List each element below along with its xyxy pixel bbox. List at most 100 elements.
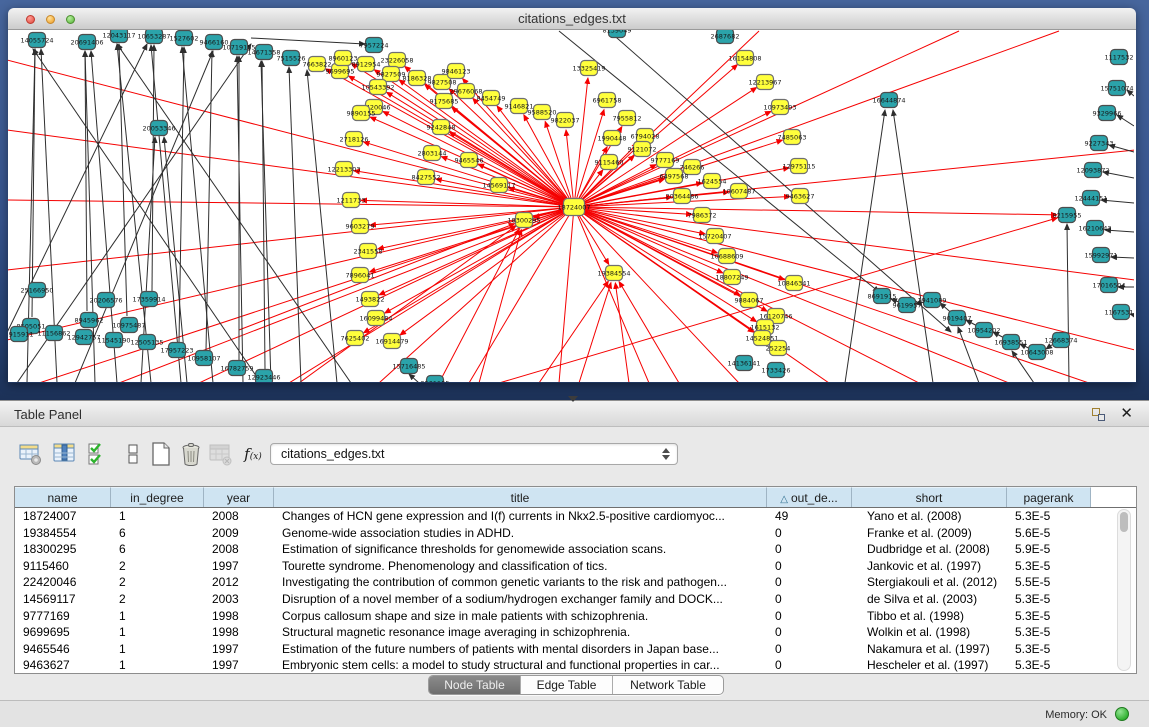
table-select-combobox[interactable]: citations_edges.txt — [270, 443, 678, 465]
graph-node[interactable]: 12975115 — [782, 159, 815, 174]
graph-node[interactable]: 15720407 — [698, 229, 731, 244]
graph-node[interactable]: 15751074 — [1100, 81, 1133, 96]
graph-node[interactable]: 20053346 — [142, 121, 175, 136]
graph-node[interactable]: 12668374 — [1044, 333, 1077, 348]
table-row[interactable]: 1830029562008Estimation of significance … — [15, 541, 1136, 558]
graph-node[interactable]: 7515526 — [277, 51, 306, 66]
graph-node[interactable]: 9227343 — [1085, 136, 1114, 151]
column-header-year[interactable]: year — [204, 487, 274, 507]
graph-node[interactable]: 13325419 — [572, 61, 605, 76]
graph-node[interactable]: 16938551 — [994, 335, 1027, 350]
graph-node[interactable]: 252254 — [766, 341, 791, 356]
column-header-in_degree[interactable]: in_degree — [111, 487, 204, 507]
table-row[interactable]: 1456911722003Disruption of a novel membe… — [15, 591, 1136, 608]
show-column-icon[interactable] — [50, 439, 80, 469]
graph-node[interactable]: 15716485 — [392, 359, 425, 374]
table-row[interactable]: 2242004622012Investigating the contribut… — [15, 574, 1136, 591]
graph-node[interactable]: 8139049 — [603, 30, 632, 38]
graph-node[interactable]: 9019407 — [943, 311, 972, 326]
tab-network-table[interactable]: Network Table — [613, 676, 723, 694]
table-row[interactable]: 969969511998Structural magnetic resonanc… — [15, 624, 1136, 641]
tab-node-table[interactable]: Node Table — [429, 676, 521, 694]
graph-node[interactable]: 1527602 — [170, 31, 199, 46]
graph-node[interactable]: 15992971 — [1084, 248, 1117, 263]
graph-node[interactable]: 6961758 — [593, 93, 622, 108]
graph-node[interactable]: 23226058 — [380, 53, 413, 68]
graph-node[interactable]: 1733426 — [762, 363, 791, 378]
graph-node[interactable]: 9329966 — [1093, 106, 1122, 121]
column-header-out_de[interactable]: △out_de... — [767, 487, 852, 507]
graph-node[interactable]: 2687682 — [711, 30, 740, 44]
splitter-grip-icon[interactable] — [568, 396, 578, 402]
graph-node[interactable]: 16154808 — [728, 51, 761, 66]
graph-node[interactable]: 9175685 — [430, 94, 459, 109]
graph-node[interactable]: 11545190 — [97, 333, 130, 348]
close-panel-icon[interactable]: ✕ — [1120, 404, 1133, 422]
graph-node[interactable]: 16914479 — [375, 334, 408, 349]
graph-node[interactable]: 10607487 — [722, 184, 755, 199]
delete-icon[interactable] — [176, 439, 206, 469]
column-header-title[interactable]: title — [274, 487, 767, 507]
network-canvas[interactable]: 7663822969969589601238912954232260589827… — [8, 30, 1134, 382]
graph-node[interactable]: 10688609 — [710, 249, 743, 264]
rows-icon[interactable] — [118, 439, 148, 469]
table-settings-icon[interactable] — [16, 439, 46, 469]
function-builder-icon[interactable]: f(x) — [238, 439, 268, 469]
graph-node[interactable]: 9501155 — [421, 376, 450, 383]
graph-node[interactable]: 17016504 — [1092, 278, 1125, 293]
graph-node[interactable]: 12043117 — [102, 30, 135, 43]
graph-node[interactable]: 10975487 — [112, 318, 145, 333]
scrollbar-thumb[interactable] — [1120, 512, 1128, 532]
graph-node[interactable]: 12444151 — [1074, 191, 1107, 206]
delete-table-disabled-icon[interactable] — [206, 439, 236, 469]
graph-node[interactable]: 16099484 — [359, 311, 392, 326]
graph-node[interactable]: 7955812 — [613, 111, 642, 126]
graph-node[interactable]: 1493822 — [356, 292, 385, 307]
graph-node[interactable]: 11675313 — [1104, 305, 1134, 320]
graph-node[interactable]: 12505135 — [130, 335, 163, 350]
network-view[interactable]: 7663822969969589601238912954232260589827… — [8, 30, 1136, 382]
graph-node[interactable]: 2803144 — [418, 146, 447, 161]
column-header-name[interactable]: name — [15, 487, 111, 507]
graph-node[interactable]: 20206576 — [89, 293, 122, 308]
table-row[interactable]: 946554611997Estimation of the future num… — [15, 641, 1136, 658]
graph-node[interactable]: 7625402 — [341, 331, 370, 346]
table-row[interactable]: 977716911998Corpus callosum shape and si… — [15, 608, 1136, 625]
new-document-icon[interactable] — [146, 439, 176, 469]
graph-node[interactable]: 14055724 — [20, 33, 53, 48]
graph-node[interactable]: 9121072 — [628, 142, 657, 157]
graph-node[interactable]: 2341558 — [354, 244, 383, 259]
graph-node[interactable]: 20691406 — [70, 35, 103, 50]
column-header-short[interactable]: short — [852, 487, 1007, 507]
row-check-icon[interactable] — [84, 439, 114, 469]
graph-node[interactable]: 1211733 — [337, 193, 366, 208]
graph-node[interactable]: 16644874 — [872, 93, 905, 108]
table-row[interactable]: 911546021997Tourette syndrome. Phenomeno… — [15, 558, 1136, 575]
graph-node[interactable]: 2718126 — [340, 132, 369, 147]
graph-node[interactable]: 7986372 — [688, 208, 717, 223]
graph-node[interactable]: 1117532 — [1105, 50, 1134, 65]
memory-ok-indicator[interactable] — [1115, 707, 1129, 721]
vertical-scrollbar[interactable] — [1117, 509, 1131, 671]
graph-node[interactable]: 10954202 — [967, 323, 1000, 338]
graph-node[interactable]: 8215955 — [1053, 208, 1082, 223]
graph-node[interactable]: 12213967 — [748, 75, 781, 90]
column-header-pagerank[interactable]: pagerank — [1007, 487, 1091, 507]
graph-node[interactable]: 19384554 — [597, 266, 630, 281]
graph-node[interactable]: 16210643 — [1078, 221, 1111, 236]
graph-node[interactable]: 7957224 — [360, 38, 389, 53]
graph-node[interactable]: 9603279 — [346, 219, 375, 234]
table-row[interactable]: 1872400712008Changes of HCN gene express… — [15, 508, 1136, 525]
float-panel-icon[interactable] — [1092, 408, 1105, 421]
table-row[interactable]: 1938455462009Genome-wide association stu… — [15, 525, 1136, 542]
network-window[interactable]: citations_edges.txt 76638229699695896012… — [8, 8, 1136, 383]
network-window-titlebar[interactable]: citations_edges.txt — [8, 8, 1136, 30]
graph-node[interactable]: 1990448 — [598, 131, 627, 146]
table-row[interactable]: 946362711997Embryonic stem cells: a mode… — [15, 657, 1136, 674]
tab-edge-table[interactable]: Edge Table — [521, 676, 613, 694]
graph-node[interactable]: 10653287 — [137, 30, 170, 44]
graph-node[interactable]: 14136141 — [727, 356, 760, 371]
graph-node[interactable]: 1624554 — [698, 174, 727, 189]
graph-node[interactable]: 12093872 — [1076, 163, 1109, 178]
graph-node[interactable]: 12942757 — [67, 330, 100, 345]
